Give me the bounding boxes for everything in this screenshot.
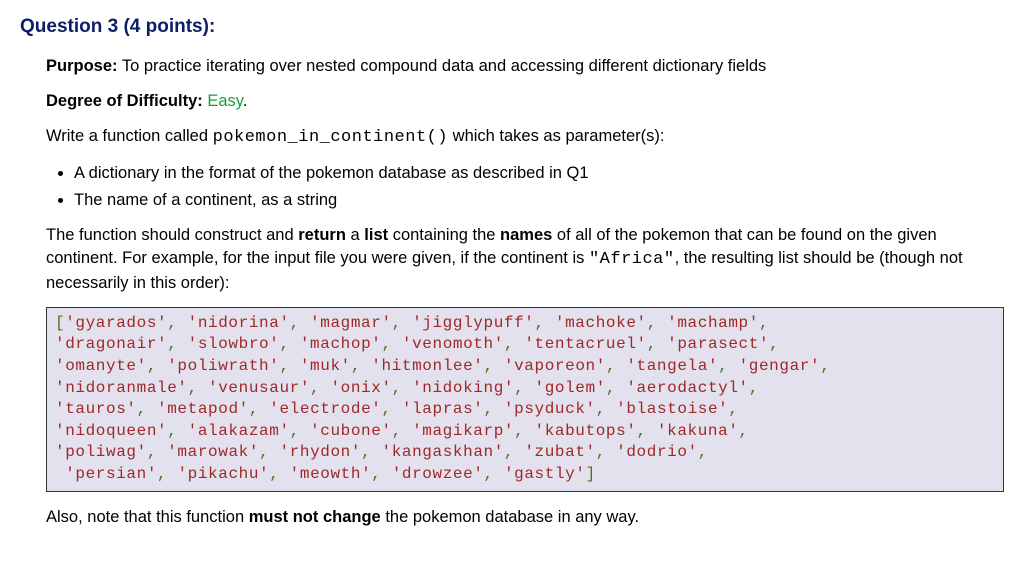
- description-paragraph: The function should construct and return…: [46, 224, 1004, 295]
- difficulty-level: Easy: [207, 92, 242, 110]
- difficulty-period: .: [243, 92, 248, 110]
- difficulty-label: Degree of Difficulty:: [46, 92, 203, 110]
- note-line: Also, note that this function must not c…: [46, 506, 1004, 529]
- intro-before: Write a function called: [46, 127, 213, 145]
- question-content: Purpose: To practice iterating over nest…: [46, 55, 1004, 529]
- purpose-line: Purpose: To practice iterating over nest…: [46, 55, 1004, 78]
- list-item: The name of a continent, as a string: [74, 189, 1004, 212]
- function-name-code: pokemon_in_continent(): [213, 128, 448, 147]
- difficulty-line: Degree of Difficulty: Easy.: [46, 90, 1004, 113]
- string-literal-africa: "Africa": [589, 250, 675, 269]
- intro-after: which takes as parameter(s):: [448, 127, 664, 145]
- code-output-block: ['gyarados', 'nidorina', 'magmar', 'jigg…: [46, 307, 1004, 492]
- parameter-list: A dictionary in the format of the pokemo…: [46, 162, 1004, 212]
- question-title: Question 3 (4 points):: [20, 14, 1004, 41]
- kw-names: names: [500, 226, 552, 244]
- intro-line: Write a function called pokemon_in_conti…: [46, 125, 1004, 150]
- kw-list: list: [364, 226, 388, 244]
- purpose-text: To practice iterating over nested compou…: [122, 57, 767, 75]
- list-item: A dictionary in the format of the pokemo…: [74, 162, 1004, 185]
- purpose-label: Purpose:: [46, 57, 118, 75]
- kw-must-not-change: must not change: [249, 508, 381, 526]
- kw-return: return: [298, 226, 346, 244]
